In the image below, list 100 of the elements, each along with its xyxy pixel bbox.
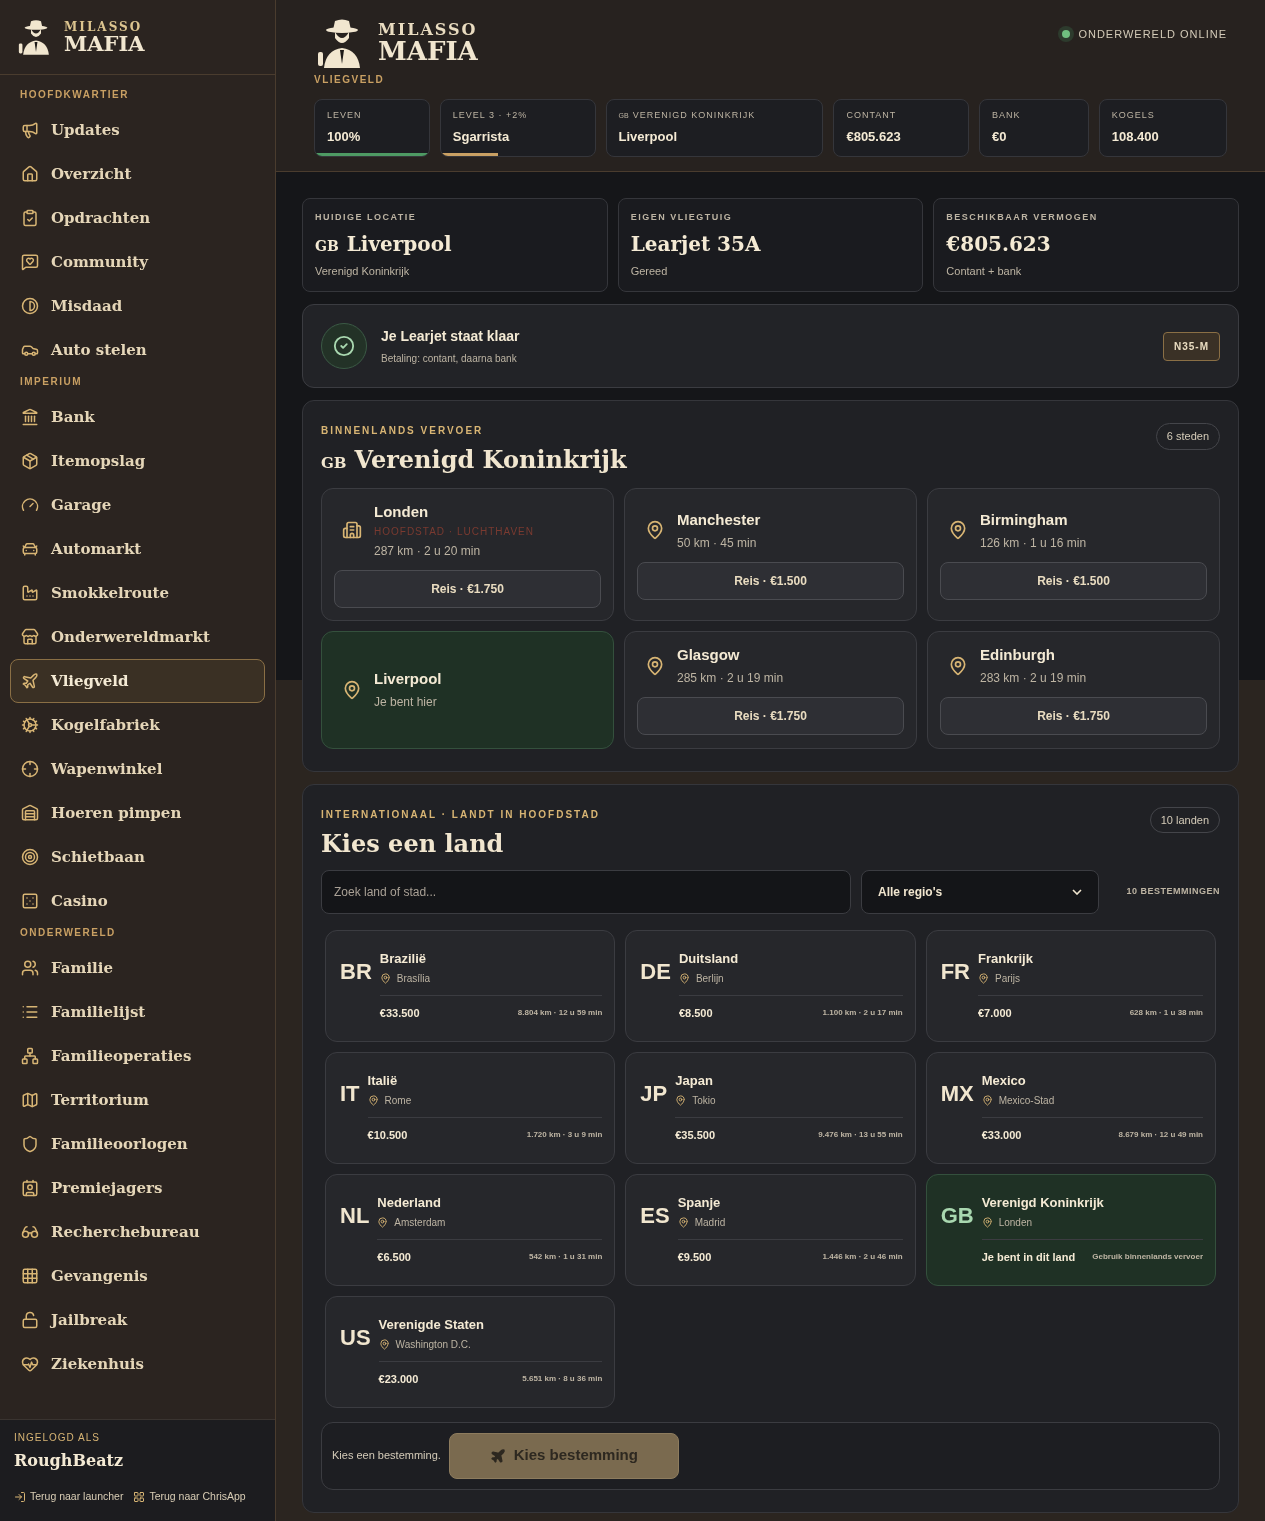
sidebar-item[interactable]: Familieoperaties [10, 1034, 265, 1078]
brand-title: MAFIA [378, 38, 478, 64]
country-card[interactable]: IT Italië Rome €10.500 1.720 km · 3 u 9 min [325, 1051, 616, 1164]
brand-subtitle: MILASSO [64, 20, 144, 33]
footer-link[interactable]: Terug naar launcher [14, 1489, 124, 1505]
sidebar-item[interactable]: Auto stelen [10, 328, 265, 372]
country-name: Brazilië [379, 949, 428, 968]
country-name: Verenigd Koninkrijk [981, 1193, 1105, 1212]
sidebar-item[interactable]: Gevangenis [10, 1254, 265, 1298]
flight-info: 1.720 km · 3 u 9 min [526, 1129, 603, 1142]
country-name: Duitsland [678, 949, 740, 968]
sidebar-item[interactable]: Bank [10, 395, 265, 439]
sidebar-item[interactable]: Itemopslag [10, 439, 265, 483]
menu-icon [21, 584, 39, 602]
sidebar-item[interactable]: Familie [10, 946, 265, 990]
sidebar-item[interactable]: Wapenwinkel [10, 747, 265, 791]
flight-info: 1.446 km · 2 u 46 min [822, 1251, 903, 1264]
result-count: 10 BESTEMMINGEN [1126, 884, 1220, 898]
country-code: MX [940, 1079, 974, 1108]
summary-value: Liverpool [346, 230, 452, 258]
sidebar-item[interactable]: Updates [10, 108, 265, 152]
capital-name: Brasília [396, 972, 431, 986]
sidebar-item[interactable]: Recherchebureau [10, 1210, 265, 1254]
city-tag: HOOFDSTAD · LUCHTHAVEN [374, 523, 534, 539]
country-code: BR [340, 957, 372, 986]
flag-code: GB [321, 453, 347, 474]
stat-label: VERENIGD KONINKRIJK [632, 109, 756, 122]
section-heading: HOOFDKWARTIER [19, 88, 130, 102]
sidebar-item[interactable]: Ziekenhuis [10, 1342, 265, 1386]
menu-icon [21, 121, 39, 139]
menu-icon [21, 1091, 39, 1109]
pin-icon [948, 655, 968, 676]
server-status: ONDERWERELD ONLINE [1078, 27, 1227, 42]
flight-info: 5.651 km · 8 u 36 min [522, 1373, 603, 1386]
action-hint: Kies een bestemming. [332, 1448, 441, 1464]
sidebar-item[interactable]: Overzicht [10, 152, 265, 196]
travel-button[interactable]: Reis · €1.750 [637, 697, 904, 736]
menu-icon [21, 209, 39, 227]
region-select[interactable]: Alle regio's [861, 869, 1099, 914]
sidebar-item[interactable]: Casino [10, 879, 265, 923]
grid-icon [133, 1491, 146, 1504]
travel-button[interactable]: Reis · €1.500 [940, 562, 1207, 600]
footer-link[interactable]: Terug naar ChrisApp [133, 1489, 246, 1505]
pin-icon [678, 973, 690, 984]
sidebar-item[interactable]: Familieoorlogen [10, 1122, 265, 1166]
sidebar-item[interactable]: Smokkelroute [10, 571, 265, 615]
check-icon [321, 323, 367, 369]
sidebar-item[interactable]: Garage [10, 483, 265, 527]
flag-code: GB [315, 236, 339, 256]
page-title: VLIEGVELD [314, 73, 386, 87]
country-code: IT [340, 1079, 360, 1108]
sidebar-item[interactable]: Schietbaan [10, 835, 265, 879]
registration-badge: N35-M [1163, 331, 1220, 361]
sidebar-item[interactable]: Opdrachten [10, 196, 265, 240]
capital-name: Londen [998, 1216, 1033, 1230]
country-code: DE [640, 957, 671, 986]
flight-price: €33.500 [379, 1006, 420, 1021]
pin-icon [379, 973, 391, 984]
banner-subtext: Betaling: contant, daarna bank [381, 352, 518, 366]
pin-icon [645, 520, 665, 541]
sidebar-item[interactable]: Vliegveld [10, 659, 265, 703]
sidebar-item[interactable]: Territorium [10, 1078, 265, 1122]
sidebar-item[interactable]: Jailbreak [10, 1298, 265, 1342]
pin-icon [645, 655, 665, 676]
sidebar-item[interactable]: Familielijst [10, 990, 265, 1034]
travel-button[interactable]: Reis · €1.750 [334, 569, 601, 608]
sidebar-item[interactable]: Community [10, 240, 265, 284]
menu-icon [21, 496, 39, 514]
city-info: 126 km · 1 u 16 min [980, 535, 1087, 552]
travel-button[interactable]: Reis · €1.500 [637, 562, 904, 600]
summary-label: EIGEN VLIEGTUIG [630, 211, 734, 224]
pin-icon [378, 1339, 390, 1350]
city-info: 283 km · 2 u 19 min [980, 670, 1087, 688]
sidebar-item[interactable]: Premiejagers [10, 1166, 265, 1210]
sidebar-item[interactable]: Onderwereldmarkt [10, 615, 265, 659]
flight-price: €7.000 [978, 1006, 1012, 1021]
travel-button[interactable]: Reis · €1.750 [940, 697, 1207, 736]
sidebar-item[interactable]: Hoeren pimpen [10, 791, 265, 835]
country-name: Mexico [981, 1071, 1027, 1090]
city-info: Je bent hier [374, 694, 438, 712]
city-info: 50 km · 45 min [677, 535, 758, 552]
search-field[interactable]: Zoek land of stad... [321, 869, 851, 914]
capital-name: Tokio [692, 1094, 716, 1108]
building-icon [342, 520, 362, 541]
capital-name: Madrid [694, 1216, 726, 1230]
country-name: Nederland [377, 1193, 442, 1212]
flight-price: €10.500 [367, 1128, 408, 1143]
city-info: 287 km · 2 u 20 min [374, 542, 482, 560]
menu-icon [21, 848, 39, 866]
sidebar-item[interactable]: Misdaad [10, 284, 265, 328]
pin-icon [342, 679, 362, 700]
city-name: Liverpool [374, 668, 442, 689]
flight-info: Gebruik binnenlands vervoer [1092, 1251, 1203, 1264]
sidebar-item[interactable]: Automarkt [10, 527, 265, 571]
menu-icon [21, 1179, 39, 1197]
city-name: Birmingham [980, 509, 1069, 530]
capital-name: Mexico-Stad [998, 1094, 1055, 1108]
country-name: Frankrijk [978, 949, 1034, 968]
stat-label: LEVEN [327, 109, 362, 122]
sidebar-item[interactable]: Kogelfabriek [10, 703, 265, 747]
